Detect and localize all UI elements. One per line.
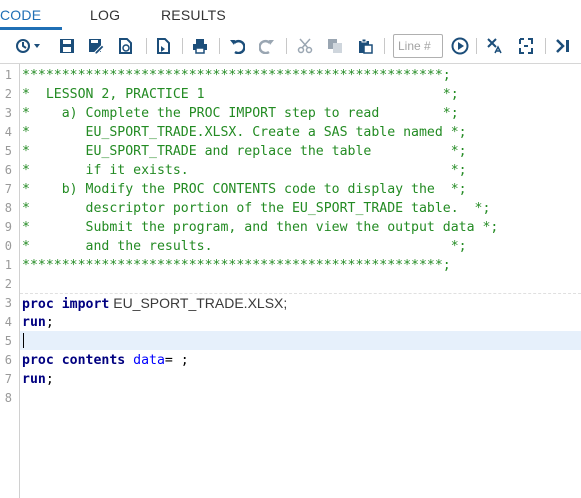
code-line: * EU_SPORT_TRADE and replace the table *… [22,142,467,161]
line-number: 2 [4,277,12,291]
code-line: * if it exists. *; [22,161,467,180]
line-number-input[interactable] [393,34,443,58]
line-number: 2 [4,87,12,101]
code-line: run; [22,370,54,389]
new-icon[interactable] [115,36,135,56]
code-line: proc import EU_SPORT_TRADE.XLSX; [22,294,287,314]
undo-icon[interactable] [227,36,247,56]
clear-icon[interactable] [485,36,505,56]
redo-icon[interactable] [257,36,277,56]
line-number-gutter: 1 2 3 4 5 6 7 8 9 0 1 2 3 4 5 6 7 8 [0,64,20,498]
line-number: 3 [4,296,12,310]
expand-icon[interactable] [553,36,573,56]
option-keyword: data [125,353,165,368]
save-icon[interactable] [57,36,77,56]
comment-text: * descriptor portion of the EU_SPORT_TRA… [22,201,491,216]
code-text: EU_SPORT_TRADE.XLSX; [109,295,288,311]
code-line: * EU_SPORT_TRADE.XLSX. Create a SAS tabl… [22,123,467,142]
comment-text: ****************************************… [22,68,451,83]
cut-icon[interactable] [295,36,315,56]
tab-results[interactable]: RESULTS [161,7,226,23]
line-number: 5 [4,334,12,348]
line-number: 9 [4,220,12,234]
line-number: 4 [4,315,12,329]
line-number: 6 [4,163,12,177]
line-number: 5 [4,144,12,158]
copy-program-icon[interactable] [153,36,173,56]
tab-code[interactable]: CODE [0,7,41,23]
comment-text: * and the results. *; [22,239,467,254]
code-text: = ; [164,353,189,368]
code-line: ****************************************… [22,66,451,85]
line-number: 8 [4,201,12,215]
run-icon[interactable] [450,36,470,56]
keyword: run [22,372,46,387]
comment-text: * b) Modify the PROC CONTENTS code to di… [22,182,467,197]
code-line: * Submit the program, and then view the … [22,218,498,237]
tab-bar: CODE LOG RESULTS [0,0,581,31]
editor-toolbar [0,30,581,64]
code-text: ; [45,372,54,387]
code-line: * descriptor portion of the EU_SPORT_TRA… [22,199,490,218]
line-number: 6 [4,353,12,367]
comment-text: * LESSON 2, PRACTICE 1 *; [22,87,459,102]
comment-text: ****************************************… [22,258,451,273]
code-line: proc contents data= ; [22,351,189,370]
code-line: run; [22,313,54,332]
comment-text: * a) Complete the PROC IMPORT step to re… [22,106,459,121]
code-line: * LESSON 2, PRACTICE 1 *; [22,85,459,104]
code-line: * a) Complete the PROC IMPORT step to re… [22,104,459,123]
text-caret [23,333,24,348]
comment-text: * if it exists. *; [22,163,467,178]
keyword: run [22,315,46,330]
line-number: 1 [4,258,12,272]
code-editor[interactable]: ****************************************… [20,64,581,498]
line-number: 0 [4,239,12,253]
comment-text: * EU_SPORT_TRADE and replace the table *… [22,144,467,159]
code-text: ; [45,315,54,330]
line-number: 1 [4,68,12,82]
keyword: proc import [22,297,110,312]
line-number: 8 [4,391,12,405]
keyword: proc contents [22,353,126,368]
line-number: 4 [4,125,12,139]
comment-text: * EU_SPORT_TRADE.XLSX. Create a SAS tabl… [22,125,467,140]
print-icon[interactable] [190,36,210,56]
line-number: 3 [4,106,12,120]
run-history-icon[interactable] [14,36,42,56]
comment-text: * Submit the program, and then view the … [22,220,499,235]
tab-log[interactable]: LOG [90,7,120,23]
copy-icon[interactable] [325,36,345,56]
code-line: * b) Modify the PROC CONTENTS code to di… [22,180,467,199]
save-as-icon[interactable] [86,36,106,56]
code-line: * and the results. *; [22,237,467,256]
line-number: 7 [4,182,12,196]
code-line: ****************************************… [22,256,451,275]
format-icon[interactable] [516,36,536,56]
line-number: 7 [4,372,12,386]
paste-icon[interactable] [355,36,375,56]
